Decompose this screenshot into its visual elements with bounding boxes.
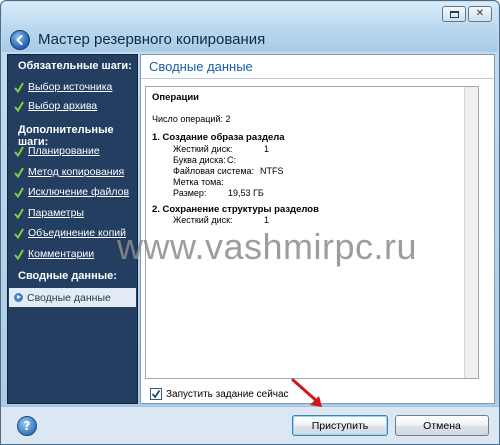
watermark-text: www.vashmirpc.ru — [117, 226, 418, 267]
step-merge-copies[interactable]: Объединение копий — [14, 227, 126, 239]
check-icon — [14, 207, 24, 219]
step-backup-method[interactable]: Метод копирования — [14, 166, 124, 178]
op1-value: 1 — [264, 144, 270, 154]
op2-value: 1 — [264, 215, 270, 225]
op1-value: C: — [227, 155, 236, 165]
run-now-checkbox[interactable] — [150, 388, 162, 400]
op1-key: Размер: — [173, 188, 207, 198]
back-arrow-icon[interactable] — [10, 30, 30, 50]
step-label: Планирование — [28, 145, 100, 157]
cancel-button[interactable]: Отмена — [395, 415, 489, 436]
run-now-checkbox-row[interactable]: Запустить задание сейчас — [150, 388, 289, 400]
step-select-archive[interactable]: Выбор архива — [14, 100, 97, 112]
close-button[interactable]: ✕ — [468, 6, 492, 22]
maximize-icon — [449, 10, 459, 18]
content-scrollbar[interactable] — [464, 87, 478, 378]
step-select-source[interactable]: Выбор источника — [14, 81, 112, 93]
proceed-button[interactable]: Приступить — [292, 415, 388, 436]
step-label: Параметры — [28, 207, 84, 219]
step-scheduling[interactable]: Планирование — [14, 145, 100, 157]
check-icon — [14, 145, 24, 157]
check-icon — [14, 81, 24, 93]
op1-key: Файловая система: — [173, 166, 255, 176]
step-label: Исключение файлов — [28, 186, 130, 198]
op1-key: Буква диска: — [173, 155, 226, 165]
red-arrow-annotation-icon — [291, 378, 322, 407]
op1-key: Метка тома: — [173, 177, 224, 187]
required-steps-header: Обязательные шаги: — [18, 60, 132, 72]
page-title: Сводные данные — [149, 59, 253, 74]
title-divider — [141, 78, 494, 79]
run-now-label: Запустить задание сейчас — [166, 388, 289, 400]
check-icon — [14, 227, 24, 239]
check-icon — [14, 166, 24, 178]
op2-key: Жесткий диск: — [173, 215, 233, 225]
backup-wizard-window: Мастер резервного копирования ✕ Обязател… — [0, 0, 500, 445]
operation-1-title: 1. Создание образа раздела — [152, 132, 285, 143]
arrow-right-icon — [14, 293, 23, 302]
op1-key: Жесткий диск: — [173, 144, 233, 154]
step-label: Сводные данные — [27, 291, 111, 304]
step-parameters[interactable]: Параметры — [14, 207, 84, 219]
window-title: Мастер резервного копирования — [38, 31, 266, 48]
operations-count: Число операций: 2 — [152, 114, 231, 124]
bottom-button-bar: ? Приступить Отмена — [1, 406, 499, 444]
check-icon — [14, 248, 24, 260]
window-controls: ✕ — [442, 6, 492, 22]
step-label: Выбор источника — [28, 81, 113, 93]
step-summary-active[interactable]: Сводные данные — [9, 288, 136, 307]
op1-value: 19,53 ГБ — [228, 188, 264, 198]
help-icon[interactable]: ? — [17, 416, 37, 436]
step-label: Метод копирования — [28, 166, 125, 178]
check-icon — [14, 100, 24, 112]
step-comments[interactable]: Комментарии — [14, 248, 94, 260]
check-icon — [14, 186, 24, 198]
step-file-exclusion[interactable]: Исключение файлов — [14, 186, 129, 198]
step-label: Комментарии — [28, 248, 95, 260]
title-bar: Мастер резервного копирования ✕ — [2, 2, 498, 52]
close-icon: ✕ — [475, 8, 485, 19]
maximize-button[interactable] — [442, 6, 466, 22]
operations-header: Операции — [152, 92, 200, 103]
summary-header: Сводные данные: — [18, 270, 117, 282]
step-label: Выбор архива — [28, 100, 98, 112]
step-label: Объединение копий — [28, 227, 127, 239]
op1-value: NTFS — [260, 166, 284, 176]
operation-2-title: 2. Сохранение структуры разделов — [152, 204, 319, 215]
